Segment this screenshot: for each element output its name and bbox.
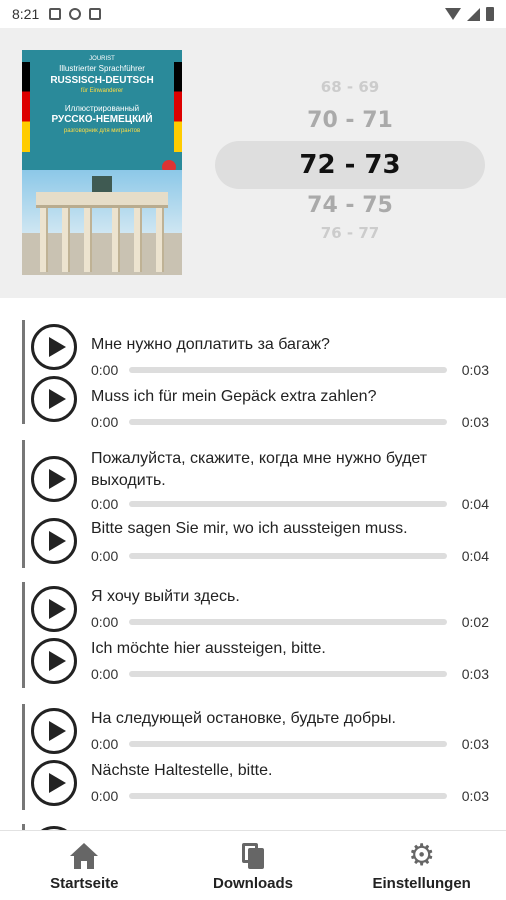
audio-track: Muss ich für mein Gepäck extra zahlen? 0… xyxy=(25,372,495,430)
audio-track: На следующей остановке, будьте добры. 0:… xyxy=(25,704,495,756)
audio-track: Nächste Haltestelle, bitte. 0:00 0:03 xyxy=(25,756,495,808)
track-current-time: 0:00 xyxy=(91,788,119,804)
audio-track: Bitte sagen Sie mir, wo ich aussteigen m… xyxy=(25,514,495,566)
cover-subtitle: Illustrierter Sprachführer xyxy=(59,64,145,73)
track-duration: 0:02 xyxy=(461,614,489,630)
phrase-text: Мне нужно доплатить за багаж? xyxy=(91,336,330,353)
track-progress-bar[interactable] xyxy=(129,741,447,747)
german-flag-stripe xyxy=(174,62,182,152)
status-bar: 8:21 xyxy=(0,0,506,28)
phrase-group: Я хочу выйти здесь. 0:00 0:02 Ich möchte… xyxy=(22,582,492,688)
phrase-text: Muss ich für mein Gepäck extra zahlen? xyxy=(91,388,377,405)
play-button[interactable] xyxy=(31,456,77,502)
track-progress-bar[interactable] xyxy=(129,553,447,559)
play-button[interactable] xyxy=(31,708,77,754)
track-current-time: 0:00 xyxy=(91,736,119,752)
phrase-group: На следующей остановке, будьте добры. 0:… xyxy=(22,704,492,810)
track-progress-bar[interactable] xyxy=(129,619,447,625)
track-current-time: 0:00 xyxy=(91,496,119,512)
gear-icon: ⚙ xyxy=(408,839,436,872)
bottom-navigation: Startseite Downloads ⚙ Einstellungen xyxy=(0,830,506,900)
track-duration: 0:03 xyxy=(461,414,489,430)
play-button[interactable] xyxy=(31,760,77,806)
track-duration: 0:03 xyxy=(461,666,489,682)
phrase-text: Ich möchte hier aussteigen, bitte. xyxy=(91,640,326,657)
track-duration: 0:03 xyxy=(461,736,489,752)
picker-item[interactable]: 70 - 71 xyxy=(215,108,485,133)
download-notification-icon xyxy=(89,8,102,20)
nav-home[interactable]: Startseite xyxy=(0,831,169,900)
cover-title-ru: РУССКО-НЕМЕЦКИЙ xyxy=(51,114,153,125)
picker-item[interactable]: 68 - 69 xyxy=(215,78,485,96)
gate-entablature xyxy=(36,192,168,208)
track-current-time: 0:00 xyxy=(91,548,119,564)
audio-track: Ich möchte hier aussteigen, bitte. 0:00 … xyxy=(25,634,495,686)
gate-column xyxy=(62,208,70,272)
track-duration: 0:03 xyxy=(461,788,489,804)
play-button[interactable] xyxy=(31,638,77,684)
audio-track: Пожалуйста, скажите, когда мне нужно буд… xyxy=(25,444,495,514)
track-progress-bar[interactable] xyxy=(129,793,447,799)
app-notification-icon xyxy=(69,8,82,20)
gate-column xyxy=(156,208,164,272)
phrase-text: Пожалуйста, скажите, когда мне нужно буд… xyxy=(91,450,428,489)
nav-downloads-label: Downloads xyxy=(213,875,294,892)
wifi-icon xyxy=(445,8,461,20)
cover-tagline-ru: разговорник для мигрантов xyxy=(63,128,141,134)
cover-tagline: für Einwanderer xyxy=(80,88,124,94)
play-button[interactable] xyxy=(31,586,77,632)
nav-home-label: Startseite xyxy=(50,875,119,892)
lesson-header: JOURIST Illustrierter Sprachführer RUSSI… xyxy=(0,28,506,298)
audio-track: Я хочу выйти здесь. 0:00 0:02 xyxy=(25,582,495,634)
play-button[interactable] xyxy=(31,324,77,370)
track-current-time: 0:00 xyxy=(91,666,119,682)
cover-title: RUSSISCH-DEUTSCH xyxy=(50,75,154,86)
phrase-text: Я хочу выйти здесь. xyxy=(91,588,240,605)
nav-settings[interactable]: ⚙ Einstellungen xyxy=(337,831,506,900)
book-cover-image: JOURIST Illustrierter Sprachführer RUSSI… xyxy=(22,50,182,275)
phrase-text: Bitte sagen Sie mir, wo ich aussteigen m… xyxy=(91,520,408,537)
gate-column xyxy=(134,208,142,272)
brandenburg-gate-illustration xyxy=(36,176,168,272)
track-progress-bar[interactable] xyxy=(129,671,447,677)
track-current-time: 0:00 xyxy=(91,414,119,430)
phrase-text: Nächste Haltestelle, bitte. xyxy=(91,762,273,779)
play-button[interactable] xyxy=(31,518,77,564)
track-current-time: 0:00 xyxy=(91,614,119,630)
phrase-group: Пожалуйста, скажите, когда мне нужно буд… xyxy=(22,440,492,568)
cover-subtitle-ru: Иллюстрированный xyxy=(64,104,140,113)
gate-column xyxy=(112,208,120,272)
phrase-text: На следующей остановке, будьте добры. xyxy=(91,710,396,727)
gate-column xyxy=(84,208,92,272)
downloads-icon xyxy=(238,841,268,871)
audio-track: Мне нужно доплатить за багаж? 0:00 0:03 xyxy=(25,320,495,378)
quadriga xyxy=(92,176,112,192)
german-flag-stripe xyxy=(22,62,30,152)
gate-column xyxy=(40,208,48,272)
signal-icon xyxy=(467,7,480,21)
cover-publisher: JOURIST xyxy=(89,56,115,62)
nav-settings-label: Einstellungen xyxy=(372,875,471,892)
phrase-group: Мне нужно доплатить за багаж? 0:00 0:03 … xyxy=(22,320,495,430)
gallery-notification-icon xyxy=(49,8,62,20)
battery-icon xyxy=(486,7,494,21)
track-progress-bar[interactable] xyxy=(129,501,447,507)
track-progress-bar[interactable] xyxy=(129,419,447,425)
track-duration: 0:04 xyxy=(461,496,489,512)
nav-downloads[interactable]: Downloads xyxy=(169,831,338,900)
picker-item-selected[interactable]: 72 - 73 xyxy=(215,150,485,180)
lesson-range-picker[interactable]: 68 - 69 70 - 71 72 - 73 74 - 75 76 - 77 xyxy=(215,68,485,288)
picker-item[interactable]: 74 - 75 xyxy=(215,193,485,218)
picker-item[interactable]: 76 - 77 xyxy=(215,224,485,242)
home-icon xyxy=(69,841,99,871)
play-button[interactable] xyxy=(31,376,77,422)
status-time: 8:21 xyxy=(12,6,40,22)
track-duration: 0:04 xyxy=(461,548,489,564)
phrase-list[interactable]: Мне нужно доплатить за багаж? 0:00 0:03 … xyxy=(0,308,506,830)
